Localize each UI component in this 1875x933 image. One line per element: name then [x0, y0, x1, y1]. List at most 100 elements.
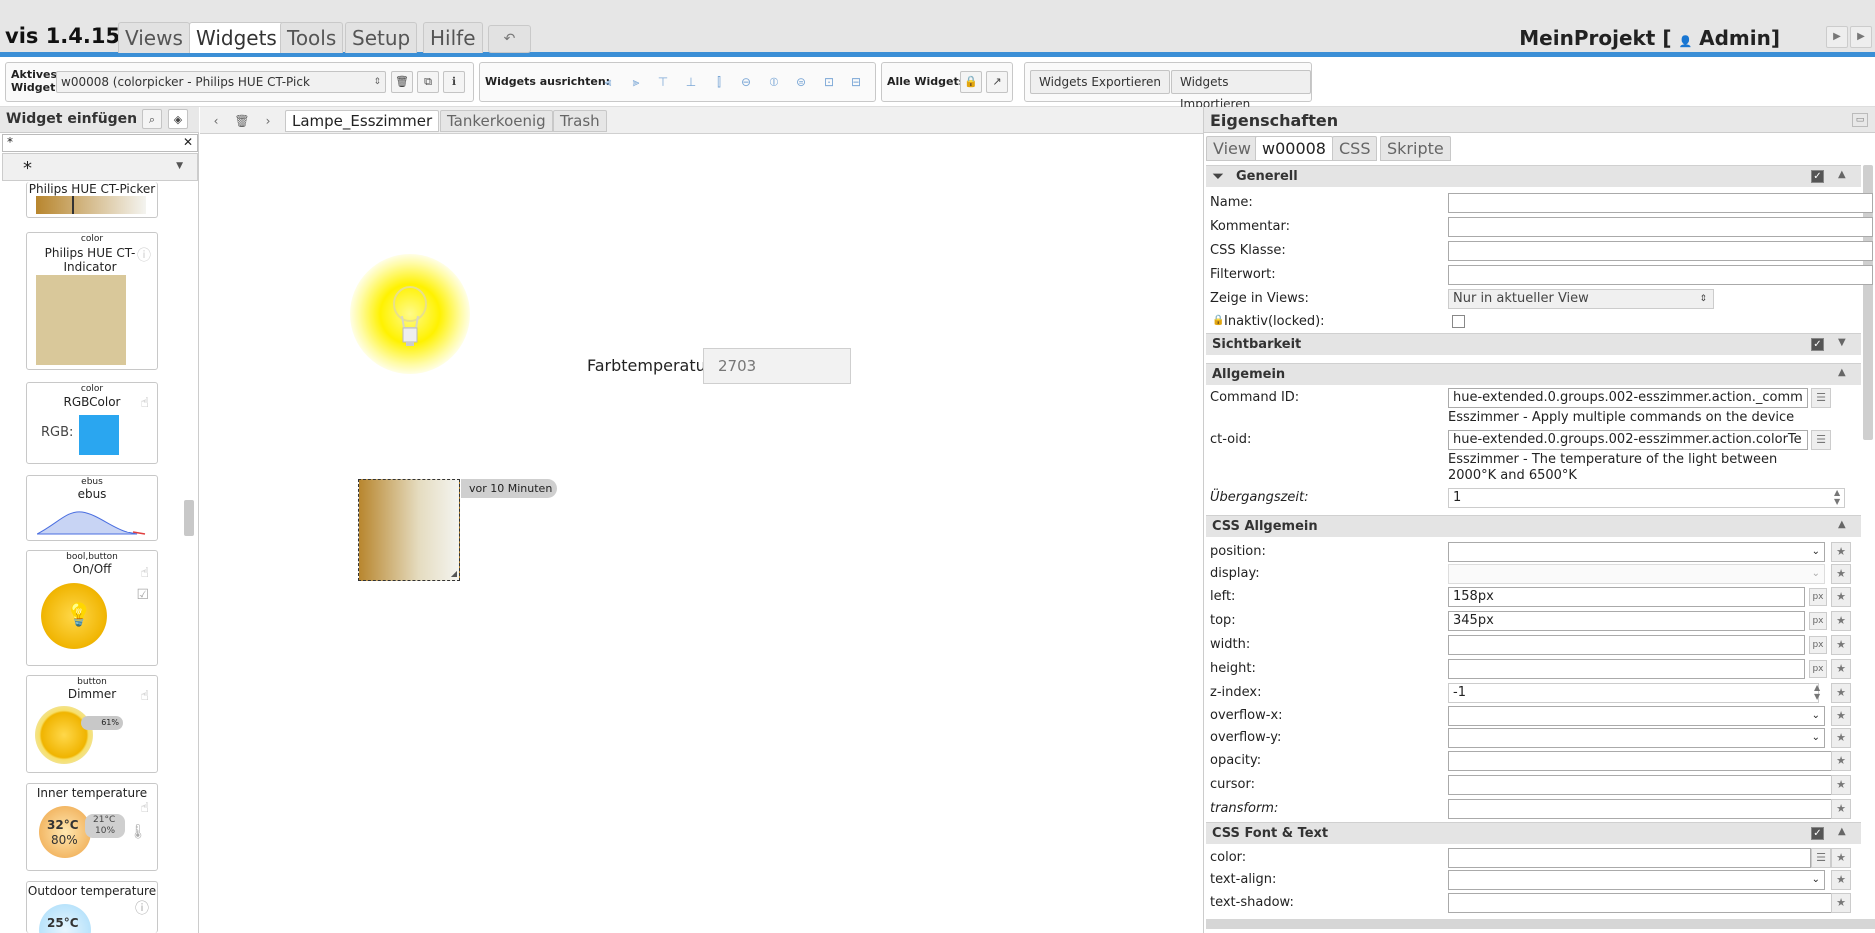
ct-oid-input[interactable]: hue-extended.0.groups.002-esszimmer.acti… [1448, 430, 1808, 450]
overflow-x-select[interactable]: ⌄ [1448, 706, 1825, 726]
same-height-icon[interactable]: ⊟ [848, 74, 864, 90]
star-icon[interactable]: ★ [1831, 587, 1851, 607]
top-input[interactable]: 345px [1448, 611, 1805, 631]
import-widgets-button[interactable]: Widgets Importieren [1171, 70, 1311, 111]
left-input[interactable]: 158px [1448, 587, 1805, 607]
chevron-down-icon[interactable]: ▼ [1838, 337, 1846, 348]
lightbulb-icon[interactable] [390, 284, 430, 354]
unit-px-button[interactable]: px [1809, 612, 1827, 630]
widget-card-onoff[interactable]: bool,button On/Off 💡 ☝ ☑ [26, 550, 158, 666]
copy-widget-icon[interactable]: ⧉ [417, 71, 439, 93]
view-tab-tankerkoenig[interactable]: Tankerkoenig [440, 110, 553, 132]
menu-tab-setup[interactable]: Setup [345, 22, 418, 53]
inaktiv-checkbox[interactable] [1452, 315, 1465, 328]
distribute-v-icon[interactable]: ⊜ [793, 74, 809, 90]
trash-icon[interactable]: 🗑 [232, 110, 252, 132]
prev-view-icon[interactable]: ‹ [206, 110, 226, 132]
color-input[interactable] [1448, 848, 1811, 868]
clear-icon[interactable]: ✕ [183, 135, 193, 149]
spinner-icon[interactable]: ▲ ▼ [1834, 488, 1840, 506]
zeige-in-views-select[interactable]: Nur in aktueller View ⇕ [1448, 289, 1714, 309]
forward-icon[interactable]: ▶ [1850, 26, 1872, 48]
align-top-icon[interactable]: ⊤ [655, 74, 671, 90]
star-icon[interactable]: ★ [1831, 564, 1851, 584]
section-checkbox[interactable]: ✓ [1811, 170, 1824, 183]
widget-card-dimmer[interactable]: button Dimmer 61% ☝ [26, 675, 158, 773]
palette-scrollbar[interactable] [184, 500, 194, 536]
play-icon[interactable]: ▶ [1826, 26, 1848, 48]
search-icon[interactable]: ⌕ [142, 109, 162, 129]
widget-card-ct-indicator[interactable]: color Philips HUE CT-Indicator ⓘ [26, 232, 158, 370]
view-tab-trash[interactable]: Trash [553, 110, 607, 132]
external-icon[interactable]: ↗ [986, 71, 1008, 93]
delete-widget-icon[interactable]: 🗑 [391, 71, 413, 93]
star-icon[interactable]: ★ [1831, 870, 1851, 890]
widget-card-inner-temperature[interactable]: Inner temperature 32°C 80% 21°C 10% ☝ 🌡 [26, 783, 158, 871]
text-align-select[interactable]: ⌄ [1448, 870, 1825, 890]
star-icon[interactable]: ★ [1831, 893, 1851, 913]
select-id-icon[interactable]: ☰ [1811, 430, 1831, 450]
widget-card-outdoor-temperature[interactable]: Outdoor temperature 25°C ⓘ [26, 881, 158, 933]
section-checkbox[interactable]: ✓ [1811, 338, 1824, 351]
lock-icon[interactable]: 🔒 [960, 71, 982, 93]
star-icon[interactable]: ★ [1831, 542, 1851, 562]
section-css-allgemein[interactable]: CSS Allgemein [1206, 515, 1861, 537]
props-tab-widget[interactable]: w00008 [1255, 136, 1333, 161]
uebergangszeit-input[interactable]: 1 [1448, 488, 1845, 508]
star-icon[interactable]: ★ [1831, 611, 1851, 631]
menu-tab-views[interactable]: Views [118, 22, 190, 53]
star-icon[interactable]: ★ [1831, 683, 1851, 703]
section-allgemein[interactable]: Allgemein [1206, 363, 1861, 385]
props-tab-skripte[interactable]: Skripte [1380, 136, 1451, 161]
z-index-input[interactable]: -1 [1448, 683, 1819, 703]
widget-card-rgbcolor[interactable]: color RGBColor RGB: ☝ [26, 382, 158, 464]
color-picker-icon[interactable]: ☰ [1811, 848, 1831, 868]
palette-category-select[interactable]: * ▼ [2, 153, 198, 181]
align-bottom-icon[interactable]: ⊥ [683, 74, 699, 90]
display-select[interactable]: ⌄ [1448, 564, 1825, 584]
tag-icon[interactable]: ◈ [168, 109, 188, 129]
active-widget-select[interactable]: w00008 (colorpicker - Philips HUE CT-Pic… [56, 71, 386, 93]
horizontal-scrollbar[interactable] [1206, 919, 1875, 929]
transform-input[interactable] [1448, 799, 1833, 819]
next-view-icon[interactable]: › [258, 110, 278, 132]
menu-tab-widgets[interactable]: Widgets [189, 22, 284, 53]
height-input[interactable] [1448, 659, 1805, 679]
width-input[interactable] [1448, 635, 1805, 655]
ct-picker-widget[interactable]: ◢ [358, 479, 460, 581]
star-icon[interactable]: ★ [1831, 706, 1851, 726]
farbtemperatur-input[interactable]: 2703 [703, 348, 851, 384]
unit-px-button[interactable]: px [1809, 588, 1827, 606]
star-icon[interactable]: ★ [1831, 728, 1851, 748]
star-icon[interactable]: ★ [1831, 799, 1851, 819]
position-select[interactable]: ⌄ [1448, 542, 1825, 562]
collapse-panel-icon[interactable]: ▭ [1852, 113, 1868, 127]
align-center-h-icon[interactable]: ⫿ [711, 74, 727, 90]
section-sichtbarkeit[interactable]: Sichtbarkeit [1206, 333, 1861, 355]
cursor-input[interactable] [1448, 775, 1833, 795]
filter-icon[interactable]: ⏷ [1212, 167, 1224, 185]
section-checkbox[interactable]: ✓ [1811, 827, 1824, 840]
star-icon[interactable]: ★ [1831, 775, 1851, 795]
undo-button[interactable]: ↶ [488, 25, 531, 53]
name-input[interactable] [1448, 193, 1873, 213]
kommentar-input[interactable] [1448, 217, 1873, 237]
chevron-up-icon[interactable]: ▲ [1838, 169, 1846, 180]
align-left-icon[interactable]: ⫷ [600, 74, 616, 90]
align-right-icon[interactable]: ⫸ [628, 74, 644, 90]
overflow-y-select[interactable]: ⌄ [1448, 728, 1825, 748]
align-center-v-icon[interactable]: ⊖ [738, 74, 754, 90]
view-canvas[interactable]: Farbtemperatur 2703 ◢ vor 10 Minuten [200, 134, 1203, 933]
section-generell[interactable]: Generell [1206, 165, 1861, 187]
chevron-up-icon[interactable]: ▲ [1838, 367, 1846, 378]
unit-px-button[interactable]: px [1809, 636, 1827, 654]
distribute-h-icon[interactable]: ⦶ [766, 74, 782, 90]
props-tab-view[interactable]: View [1206, 136, 1258, 161]
widget-card-ct-picker[interactable]: Philips HUE CT-Picker [26, 182, 158, 218]
chevron-up-icon[interactable]: ▲ [1838, 826, 1846, 837]
section-css-font-text[interactable]: CSS Font & Text [1206, 822, 1861, 844]
menu-tab-tools[interactable]: Tools [280, 22, 344, 53]
star-icon[interactable]: ★ [1831, 635, 1851, 655]
widget-card-ebus[interactable]: ebus ebus [26, 475, 158, 541]
unit-px-button[interactable]: px [1809, 660, 1827, 678]
